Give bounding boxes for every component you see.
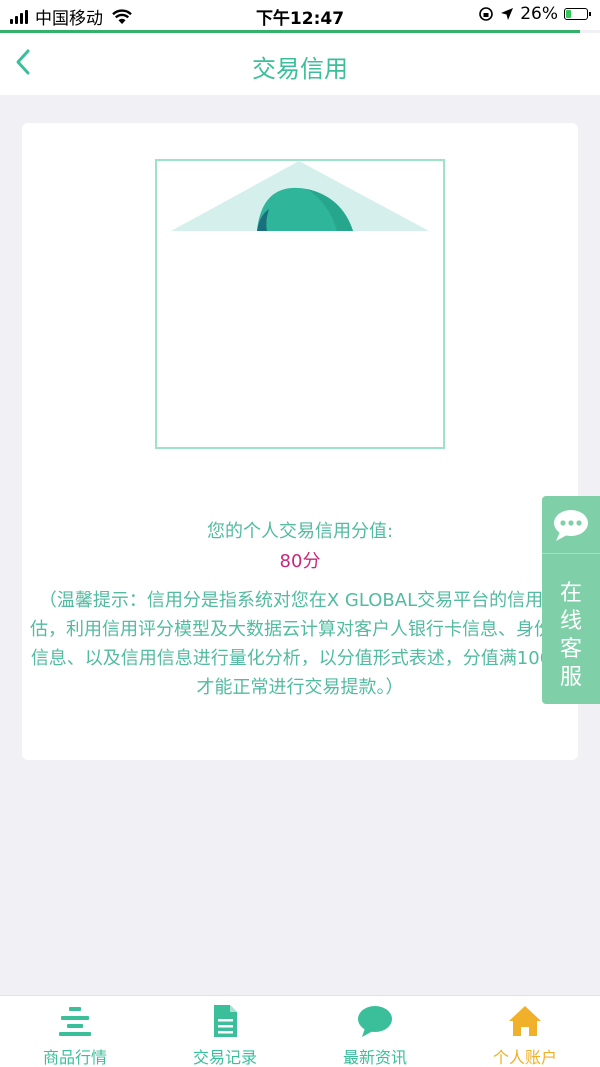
online-service-label: 在线客服 [559, 581, 582, 690]
market-list-icon [59, 1007, 91, 1036]
chat-bubble-icon [554, 510, 588, 541]
location-arrow-icon [501, 8, 514, 20]
tab-label: 个人账户 [492, 1048, 557, 1067]
tab-market[interactable]: 商品行情 [0, 996, 150, 1067]
chat-bubble-icon [358, 1006, 392, 1037]
battery-level [566, 10, 571, 18]
navigation-bar: 交易信用 [0, 33, 600, 95]
score-label: 您的个人交易信用分值: [206, 521, 394, 542]
credit-card-panel: 您的个人交易信用分值: 80分 （温馨提示：信用分是指系统对您在X GLOBAL… [22, 123, 578, 760]
credit-illustration [171, 161, 429, 231]
chat-icon-wrap [542, 496, 600, 554]
credit-tip-text: （温馨提示：信用分是指系统对您在X GLOBAL交易平台的信用评估，利用信用评分… [30, 590, 570, 698]
tab-label: 交易记录 [192, 1048, 257, 1067]
tab-label: 商品行情 [42, 1048, 107, 1067]
battery-icon [564, 8, 591, 20]
bottom-tab-bar: 商品行情 交易记录 最新资讯 个人账户 [0, 995, 600, 1067]
tab-label: 最新资讯 [342, 1048, 407, 1067]
document-icon [214, 1005, 237, 1037]
score-value: 80分 [279, 551, 321, 572]
status-bar: 中国移动 下午12:47 26% [0, 0, 600, 30]
tab-trade-records[interactable]: 交易记录 [150, 996, 300, 1067]
credit-image-frame [155, 159, 445, 449]
page-title: 交易信用 [252, 55, 348, 83]
online-service-button[interactable]: 在线客服 [542, 496, 600, 704]
home-icon [509, 1006, 541, 1036]
tab-news[interactable]: 最新资讯 [300, 996, 450, 1067]
orientation-lock-icon [479, 7, 494, 21]
battery-percent: 26% [520, 4, 558, 24]
status-right: 26% [472, 4, 591, 24]
tab-personal-account[interactable]: 个人账户 [450, 996, 600, 1067]
